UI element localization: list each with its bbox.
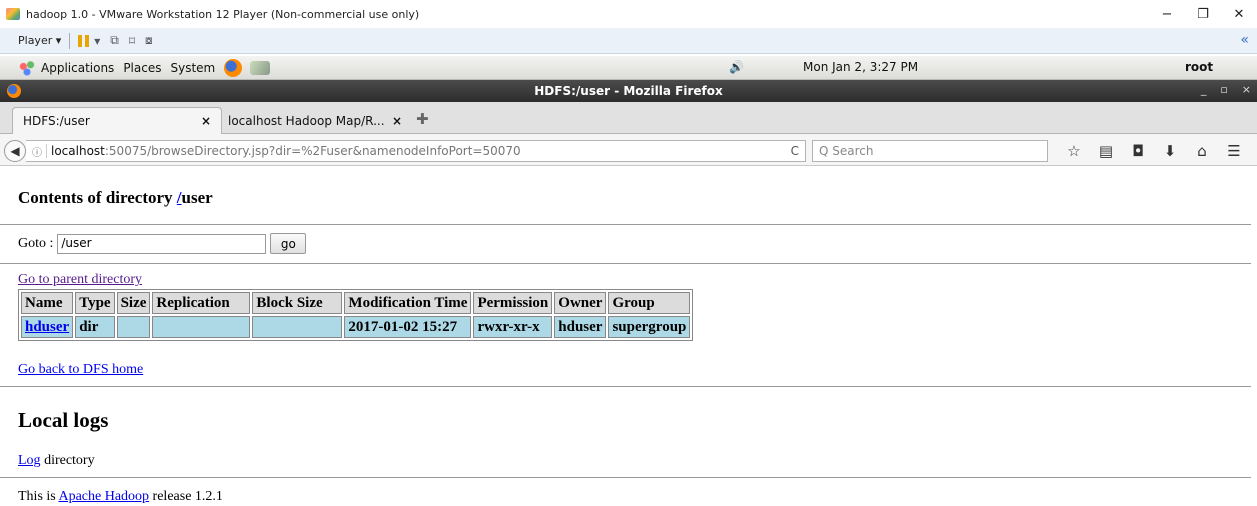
pocket-icon[interactable]: ◘ [1122,142,1154,160]
minimize-button[interactable]: − [1149,0,1185,28]
parent-directory-link[interactable]: Go to parent directory [18,272,142,288]
divider [0,477,1251,478]
column-header: Replication [152,292,251,314]
site-info-icon[interactable]: ⓘ [32,144,42,159]
type-cell: dir [75,316,115,338]
directory-table: Name Type Size Replication Block Size Mo… [18,289,694,341]
column-header: Owner [554,292,607,314]
heading-prefix: Contents of directory [18,188,177,207]
launcher-icon[interactable] [250,60,271,75]
bookmark-star-icon[interactable]: ☆ [1058,142,1090,160]
page-title: Contents of directory /user [18,188,213,208]
url-divider [46,144,47,158]
dfs-home-link[interactable]: Go back to DFS home [18,362,143,378]
toolbar-divider [69,32,71,49]
url-bar[interactable]: ⓘ localhost:50075/browseDirectory.jsp?di… [26,140,806,162]
downloads-icon[interactable]: ⬇ [1154,142,1186,160]
permission-cell: rwxr-xr-x [473,316,553,338]
release-line: This is Apache Hadoop release 1.2.1 [18,489,223,505]
url-host: localhost [51,144,105,158]
column-header: Modification Time [344,292,472,314]
table-row: hduser dir 2017-01-02 15:27 rwxr-xr-x hd… [21,316,691,338]
system-menu[interactable]: System [170,61,215,75]
fullscreen-icon[interactable]: ⌑ [129,34,135,48]
column-header: Group [608,292,691,314]
new-tab-button[interactable]: ✚ [416,110,429,128]
log-suffix: directory [40,453,95,468]
goto-form: Goto : /user go [18,233,307,254]
firefox-logo-icon [7,84,21,98]
modification-time-cell: 2017-01-02 15:27 [344,316,472,338]
pause-dropdown-icon[interactable]: ▾ [94,34,100,48]
replication-cell [152,316,251,338]
gnome-panel: Applications Places System 🔊 Mon Jan 2, … [0,56,1257,80]
restore-button[interactable]: ❐ [1185,0,1221,28]
firefox-minimize-button[interactable]: _ [1201,83,1207,96]
divider [0,386,1251,387]
volume-icon[interactable]: 🔊 [729,60,744,74]
user-menu[interactable]: root [1185,60,1213,74]
firefox-maximize-button[interactable]: ▫ [1220,83,1227,96]
tab-title: HDFS:/user [23,114,90,128]
tab-title: localhost Hadoop Map/R... [228,113,385,128]
tab-close-icon[interactable]: × [201,114,211,128]
firefox-title-bar: HDFS:/user - Mozilla Firefox _ ▫ × [0,80,1257,102]
send-ctrl-alt-del-icon[interactable]: ⧉ [110,33,119,48]
back-button[interactable]: ◀ [4,140,26,162]
vmware-logo-icon [6,8,20,20]
apache-hadoop-link[interactable]: Apache Hadoop [58,489,149,504]
tab-hadoop-mapreduce[interactable]: localhost Hadoop Map/R... × [222,107,412,134]
close-button[interactable]: ✕ [1221,0,1257,28]
column-header: Size [116,292,151,314]
home-icon[interactable]: ⌂ [1186,142,1218,160]
vmware-window-title: hadoop 1.0 - VMware Workstation 12 Playe… [26,7,420,21]
tab-bar: HDFS:/user × localhost Hadoop Map/R... ×… [0,102,1257,134]
column-header: Type [75,292,115,314]
vmware-title-bar: hadoop 1.0 - VMware Workstation 12 Playe… [0,0,1257,28]
go-button[interactable]: go [270,233,307,254]
applications-menu[interactable]: Applications [41,61,114,75]
release-suffix: release 1.2.1 [149,489,223,504]
column-header: Block Size [252,292,343,314]
player-menu[interactable]: Player ▾ [18,34,61,47]
pause-icon[interactable] [78,34,90,47]
collapse-toolbar-icon[interactable]: « [1240,32,1249,48]
back-arrow-icon: ◀ [10,144,20,158]
clock[interactable]: Mon Jan 2, 3:27 PM [803,60,918,74]
goto-input[interactable]: /user [57,233,267,254]
tab-close-icon[interactable]: × [392,114,402,128]
search-placeholder: Q Search [819,144,874,158]
unity-icon[interactable]: ⧇ [145,33,153,48]
local-logs-heading: Local logs [18,408,109,432]
heading-suffix: user [181,188,213,207]
divider [0,224,1251,225]
url-path: :50075/browseDirectory.jsp?dir=%2Fuser&n… [104,144,521,158]
log-directory-line: Log directory [18,453,95,469]
hduser-directory-link[interactable]: hduser [25,319,69,335]
table-header-row: Name Type Size Replication Block Size Mo… [21,292,691,314]
block-size-cell [252,316,343,338]
owner-cell: hduser [554,316,607,338]
places-menu[interactable]: Places [123,61,161,75]
column-header: Name [21,292,74,314]
applications-icon [18,59,36,76]
tab-hdfs-user[interactable]: HDFS:/user × [12,107,222,134]
firefox-close-button[interactable]: × [1242,83,1251,96]
divider [0,263,1251,264]
navigation-bar: ◀ ⓘ localhost:50075/browseDirectory.jsp?… [0,134,1257,166]
name-cell: hduser [21,316,74,338]
size-cell [116,316,151,338]
vmware-toolbar: Player ▾ ▾ ⧉ ⌑ ⧇ « [0,28,1257,54]
goto-label: Goto : [18,235,54,251]
group-cell: supergroup [608,316,691,338]
firefox-launcher-icon[interactable] [224,58,243,77]
menu-icon[interactable]: ☰ [1218,142,1250,160]
column-header: Permission [473,292,553,314]
release-prefix: This is [18,489,59,504]
firefox-window-title: HDFS:/user - Mozilla Firefox [534,84,723,98]
search-input[interactable]: Q Search [812,140,1048,162]
reader-list-icon[interactable]: ▤ [1090,142,1122,160]
reload-icon[interactable]: C [791,144,799,158]
log-link[interactable]: Log [18,453,41,468]
